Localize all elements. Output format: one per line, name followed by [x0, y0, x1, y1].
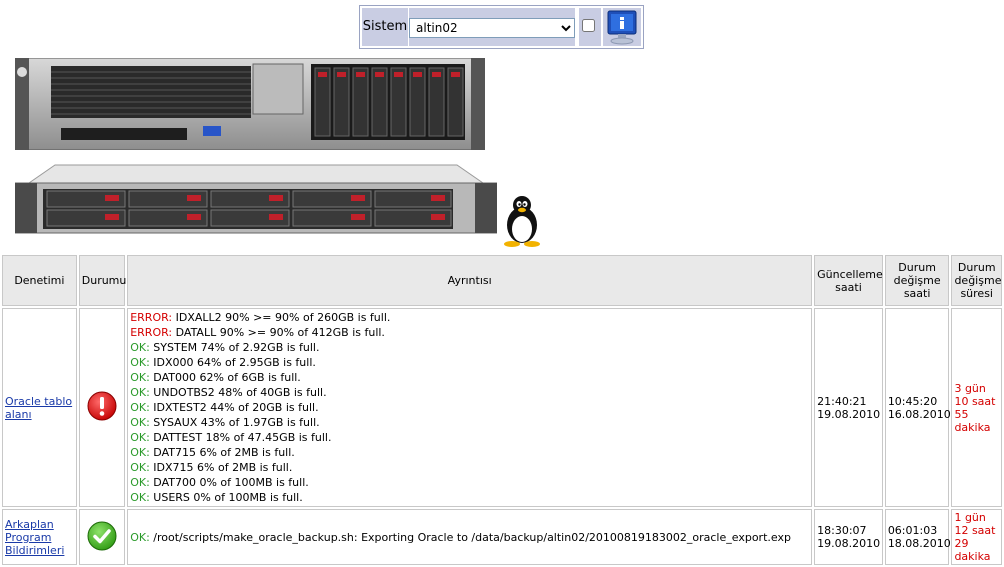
detail-line: ERROR: IDXALL2 90% >= 90% of 260GB is fu… — [130, 310, 809, 325]
detail-line: OK: DAT715 6% of 2MB is full. — [130, 445, 809, 460]
detail-line: OK: SYSTEM 74% of 2.92GB is full. — [130, 340, 809, 355]
header-duration: Durum değişme süresi — [951, 255, 1002, 306]
detail-text: IDXALL2 90% >= 90% of 260GB is full. — [172, 311, 391, 324]
detail-prefix: OK: — [130, 401, 150, 414]
detail-text: IDX715 6% of 2MB is full. — [149, 461, 293, 474]
header-check: Denetimi — [2, 255, 77, 306]
detail-line: OK: /root/scripts/make_oracle_backup.sh:… — [130, 530, 809, 545]
detail-line: OK: UNDOTBS2 48% of 40GB is full. — [130, 385, 809, 400]
status-cell — [78, 308, 126, 507]
detail-line: OK: DAT700 0% of 100MB is full. — [130, 475, 809, 490]
detail-prefix: OK: — [130, 341, 150, 354]
check-name-cell: Arkaplan Program Bildirimleri — [2, 509, 77, 565]
server-2u-icon — [15, 58, 485, 150]
check-link-oracle[interactable]: Oracle tablo alanı — [5, 395, 72, 421]
header-status: Durumu — [78, 255, 126, 306]
check-name-cell: Oracle tablo alanı — [2, 308, 77, 507]
ok-check-icon — [87, 521, 117, 550]
changed-date: 18.08.2010 — [887, 537, 951, 550]
detail-line: OK: IDX715 6% of 2MB is full. — [130, 460, 809, 475]
system-select[interactable]: altin02 — [409, 18, 575, 38]
duration-cell: 3 gün 10 saat 55 dakika — [951, 308, 1002, 507]
detail-text: /root/scripts/make_oracle_backup.sh: Exp… — [149, 530, 791, 544]
header-changed: Durum değişme saati — [884, 255, 950, 306]
changed-cell: 10:45:20 16.08.2010 — [884, 308, 951, 507]
detail-prefix: OK: — [130, 356, 150, 369]
header-updated: Güncelleme saati — [814, 255, 883, 306]
updated-date: 19.08.2010 — [817, 537, 881, 550]
detail-prefix: OK: — [130, 386, 150, 399]
changed-cell: 06:01:03 18.08.2010 — [884, 509, 951, 565]
detail-prefix: OK: — [130, 431, 150, 444]
detail-text: SYSTEM 74% of 2.92GB is full. — [149, 341, 320, 354]
detail-prefix: OK: — [130, 446, 150, 459]
system-label: Sistem — [362, 8, 408, 46]
info-monitor-icon — [607, 10, 637, 45]
detail-line: OK: DATTEST 18% of 47.45GB is full. — [130, 430, 809, 445]
details-cell: OK: /root/scripts/make_oracle_backup.sh:… — [127, 509, 813, 565]
detail-prefix: OK: — [130, 530, 150, 544]
header-details: Ayrıntısı — [127, 255, 813, 306]
table-row: Oracle tablo alanı ERROR: IDXALL2 90% >=… — [2, 308, 1002, 507]
details-cell: ERROR: IDXALL2 90% >= 90% of 260GB is fu… — [127, 308, 813, 507]
detail-prefix: OK: — [130, 371, 150, 384]
detail-text: IDXTEST2 44% of 20GB is full. — [149, 401, 319, 414]
table-row: Arkaplan Program Bildirimleri OK: /root/… — [2, 509, 1002, 565]
detail-line: OK: IDX000 64% of 2.95GB is full. — [130, 355, 809, 370]
checkbox-cell — [579, 8, 601, 46]
detail-text: DATTEST 18% of 47.45GB is full. — [149, 431, 332, 444]
system-checkbox[interactable] — [582, 19, 595, 32]
detail-text: UNDOTBS2 48% of 40GB is full. — [149, 386, 327, 399]
linux-tux-icon — [504, 196, 540, 247]
detail-prefix: OK: — [130, 491, 150, 504]
detail-text: SYSAUX 43% of 1.97GB is full. — [149, 416, 320, 429]
table-header-row: Denetimi Durumu Ayrıntısı Güncelleme saa… — [2, 255, 1002, 306]
detail-prefix: ERROR: — [130, 326, 173, 339]
detail-prefix: ERROR: — [130, 311, 173, 324]
error-icon — [87, 391, 117, 421]
info-button[interactable] — [603, 8, 641, 46]
detail-line: OK: IDXTEST2 44% of 20GB is full. — [130, 400, 809, 415]
status-table: Denetimi Durumu Ayrıntısı Güncelleme saa… — [0, 253, 1004, 567]
detail-text: DAT700 0% of 100MB is full. — [149, 476, 309, 489]
detail-prefix: OK: — [130, 461, 150, 474]
detail-text: USERS 0% of 100MB is full. — [149, 491, 303, 504]
detail-line: OK: DAT000 62% of 6GB is full. — [130, 370, 809, 385]
status-cell — [78, 509, 126, 565]
updated-date: 19.08.2010 — [817, 407, 881, 421]
detail-text: DATALL 90% >= 90% of 412GB is full. — [172, 326, 385, 339]
detail-line: OK: USERS 0% of 100MB is full. — [130, 490, 809, 505]
changed-time: 06:01:03 — [887, 524, 938, 537]
detail-prefix: OK: — [130, 416, 150, 429]
detail-line: OK: SYSAUX 43% of 1.97GB is full. — [130, 415, 809, 430]
detail-line: ERROR: DATALL 90% >= 90% of 412GB is ful… — [130, 325, 809, 340]
duration-cell: 1 gün 12 saat 29 dakika — [951, 509, 1002, 565]
updated-time: 21:40:21 — [817, 394, 867, 408]
check-link-background[interactable]: Arkaplan Program Bildirimleri — [5, 518, 64, 557]
updated-cell: 21:40:21 19.08.2010 — [814, 308, 883, 507]
system-select-cell: altin02 — [409, 8, 575, 46]
detail-prefix: OK: — [130, 476, 150, 489]
server-1u-icon — [15, 164, 497, 234]
updated-time: 18:30:07 — [817, 524, 867, 537]
updated-cell: 18:30:07 19.08.2010 — [814, 509, 883, 565]
detail-text: DAT000 62% of 6GB is full. — [149, 371, 301, 384]
changed-time: 10:45:20 — [887, 394, 938, 408]
system-selector-bar: Sistem altin02 — [359, 5, 644, 49]
detail-text: DAT715 6% of 2MB is full. — [149, 446, 295, 459]
changed-date: 16.08.2010 — [887, 407, 951, 421]
detail-text: IDX000 64% of 2.95GB is full. — [149, 356, 316, 369]
